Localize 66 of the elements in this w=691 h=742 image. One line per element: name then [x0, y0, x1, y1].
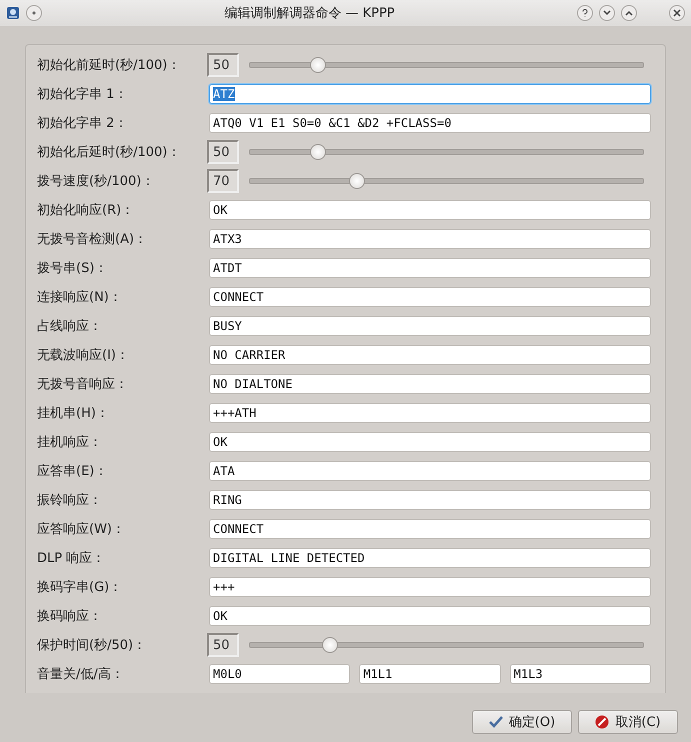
app-icon: [6, 6, 20, 20]
spin-box[interactable]: 70: [207, 169, 239, 193]
input-field[interactable]: ATX3: [209, 229, 651, 249]
field-label: 换码字串(G)：: [37, 579, 124, 596]
field-label: 振铃响应：: [37, 492, 103, 509]
help-button[interactable]: [577, 5, 593, 21]
field-label: 连接响应(N)：: [37, 289, 123, 306]
input-field[interactable]: OK: [209, 432, 651, 452]
slider-thumb[interactable]: [349, 173, 366, 189]
input-field[interactable]: NO CARRIER: [209, 345, 651, 365]
input-field[interactable]: DIGITAL LINE DETECTED: [209, 548, 651, 568]
field-label: 拨号串(S)：: [37, 260, 108, 277]
slider-thumb[interactable]: [310, 144, 326, 160]
input-field[interactable]: RING: [209, 490, 651, 510]
field-label: 音量关/低/高：: [37, 666, 125, 683]
maximize-button[interactable]: [621, 5, 637, 21]
field-label: 应答响应(W)：: [37, 521, 126, 538]
close-button[interactable]: [669, 5, 685, 21]
input-field[interactable]: ATA: [209, 461, 651, 481]
input-field[interactable]: M0L0: [209, 664, 350, 684]
field-label: 保护时间(秒/50)：: [37, 637, 148, 654]
input-field[interactable]: ATDT: [209, 258, 651, 278]
input-field[interactable]: ATZ: [209, 84, 651, 104]
input-field[interactable]: OK: [209, 200, 651, 220]
field-label: 无拨号音检测(A)：: [37, 231, 148, 248]
minimize-button[interactable]: [599, 5, 615, 21]
close-icon: [673, 9, 681, 17]
cancel-icon: [595, 715, 610, 729]
field-label: 初始化前延时(秒/100)：: [37, 57, 182, 74]
input-field[interactable]: OK: [209, 606, 651, 626]
field-label: 无拨号音响应：: [37, 376, 129, 393]
input-field[interactable]: +++ATH: [209, 403, 651, 423]
input-field[interactable]: +++: [209, 577, 651, 597]
input-field[interactable]: CONNECT: [209, 519, 651, 539]
field-label: 初始化字串 1：: [37, 86, 128, 103]
field-label: 应答串(E)：: [37, 463, 108, 480]
field-label: 占线响应：: [37, 318, 103, 335]
field-label: DLP 响应：: [37, 550, 106, 567]
field-label: 无载波响应(I)：: [37, 347, 130, 364]
chevron-down-icon: [603, 10, 611, 16]
pin-button[interactable]: [26, 5, 42, 21]
field-label: 挂机串(H)：: [37, 405, 110, 422]
field-label: 初始化字串 2：: [37, 115, 128, 132]
dot-icon: [32, 11, 36, 15]
ok-button[interactable]: 确定(O): [472, 710, 572, 734]
field-label: 初始化后延时(秒/100)：: [37, 144, 182, 161]
input-field[interactable]: BUSY: [209, 316, 651, 336]
field-label: 挂机响应：: [37, 434, 103, 451]
input-field[interactable]: M1L1: [359, 664, 501, 684]
input-field[interactable]: M1L3: [510, 664, 651, 684]
spin-box[interactable]: 50: [207, 140, 239, 164]
help-icon: [581, 9, 589, 17]
spin-box[interactable]: 50: [207, 633, 239, 657]
input-field[interactable]: ATQ0 V1 E1 S0=0 &C1 &D2 +FCLASS=0: [209, 113, 651, 133]
input-field[interactable]: CONNECT: [209, 287, 651, 307]
window-title: 编辑调制解调器命令 — KPPP: [223, 5, 396, 22]
chevron-up-icon: [625, 10, 633, 16]
spin-box[interactable]: 50: [207, 53, 239, 77]
checkmark-icon: [488, 716, 503, 728]
field-label: 换码响应：: [37, 608, 103, 625]
input-field[interactable]: NO DIALTONE: [209, 374, 651, 394]
cancel-button[interactable]: 取消(C): [578, 710, 678, 734]
slider-thumb[interactable]: [322, 637, 338, 653]
field-label: 拨号速度(秒/100)：: [37, 173, 156, 190]
slider-thumb[interactable]: [310, 57, 326, 73]
field-label: 初始化响应(R)：: [37, 202, 136, 219]
